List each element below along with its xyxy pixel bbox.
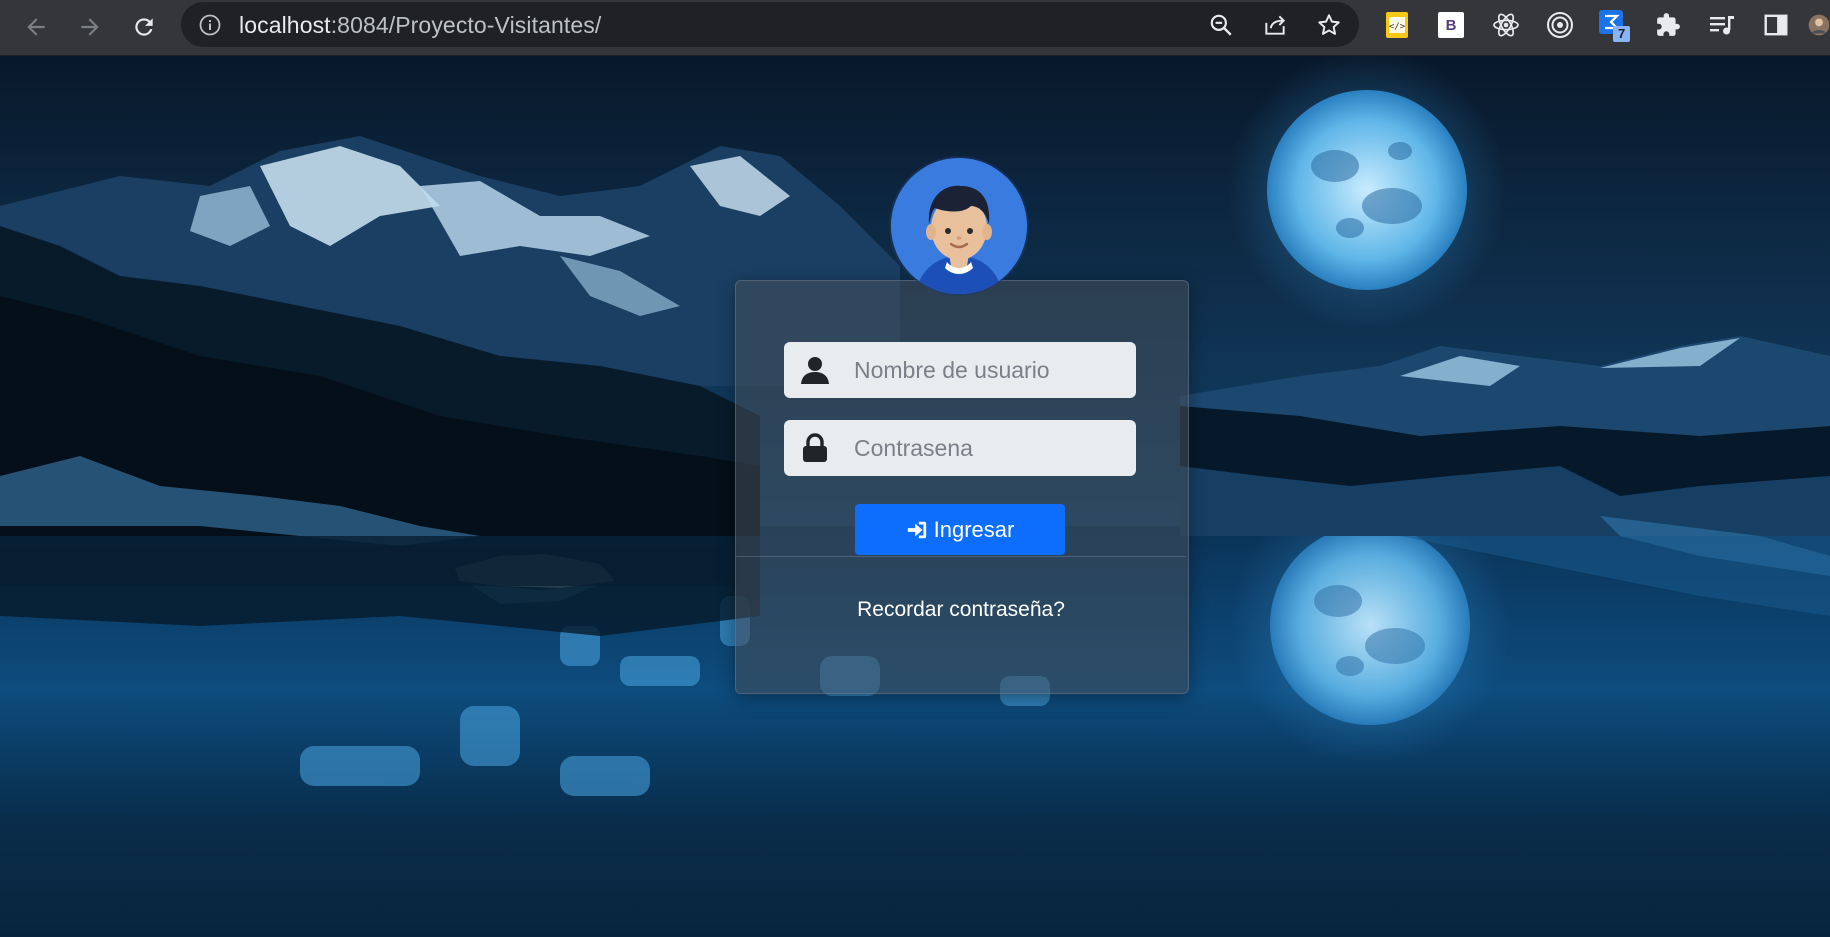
extensions-menu-button[interactable] <box>1651 8 1685 42</box>
reload-icon <box>135 18 153 36</box>
forward-button[interactable] <box>72 9 108 45</box>
side-panel-icon <box>1764 14 1788 36</box>
zoom-out-icon <box>1210 14 1232 36</box>
login-button[interactable]: Ingresar <box>855 504 1065 555</box>
url-path: :8084/Proyecto-Visitantes/ <box>330 12 602 38</box>
login-button-label: Ingresar <box>933 516 1015 542</box>
badge-extension-icon <box>1599 10 1630 42</box>
arrow-right-icon <box>81 18 99 36</box>
bootstrap-extension-icon: B <box>1438 12 1464 38</box>
card-divider <box>736 556 1186 557</box>
bookmark-button[interactable] <box>1314 10 1344 40</box>
star-icon <box>1318 14 1340 35</box>
back-button[interactable] <box>18 9 54 45</box>
side-panel-button[interactable] <box>1759 8 1793 42</box>
profile-button[interactable] <box>1808 8 1830 42</box>
target-extension-button[interactable] <box>1543 8 1577 42</box>
media-control-button[interactable] <box>1705 8 1739 42</box>
code-extension-icon: </> <box>1386 12 1408 38</box>
svg-text:</>: </> <box>1389 22 1406 32</box>
badge-extension-button[interactable]: 7 <box>1597 8 1631 42</box>
url-text[interactable]: localhost:8084/Proyecto-Visitantes/ <box>239 12 601 39</box>
sign-in-icon <box>907 521 926 538</box>
password-input[interactable] <box>854 420 1126 476</box>
puzzle-extensions-icon <box>1657 13 1680 36</box>
username-field[interactable] <box>784 342 1136 398</box>
address-bar[interactable]: localhost:8084/Proyecto-Visitantes/ <box>181 2 1359 47</box>
profile-avatar-icon <box>1808 14 1830 36</box>
media-control-icon <box>1710 16 1734 35</box>
lock-icon <box>803 433 827 462</box>
forgot-password-link[interactable]: Recordar contraseña? <box>736 598 1186 622</box>
code-extension-button[interactable]: </> <box>1380 8 1414 42</box>
share-icon <box>1265 15 1286 35</box>
zoom-button[interactable] <box>1206 10 1236 40</box>
react-devtools-icon <box>1493 13 1519 37</box>
react-devtools-button[interactable] <box>1489 8 1523 42</box>
arrow-left-icon <box>27 18 45 36</box>
url-host: localhost <box>239 12 331 38</box>
password-field[interactable] <box>784 420 1136 476</box>
user-icon <box>801 357 829 384</box>
browser-toolbar: localhost:8084/Proyecto-Visitantes/ </> … <box>0 0 1830 56</box>
user-avatar <box>891 158 1027 294</box>
share-button[interactable] <box>1260 10 1290 40</box>
avatar-illustration-icon <box>891 158 1027 294</box>
reload-button[interactable] <box>126 9 162 45</box>
extension-badge-count: 7 <box>1618 26 1626 41</box>
username-input[interactable] <box>854 342 1126 398</box>
bootstrap-extension-button[interactable]: B <box>1434 8 1468 42</box>
info-icon[interactable] <box>198 13 222 37</box>
target-extension-icon <box>1547 12 1573 38</box>
